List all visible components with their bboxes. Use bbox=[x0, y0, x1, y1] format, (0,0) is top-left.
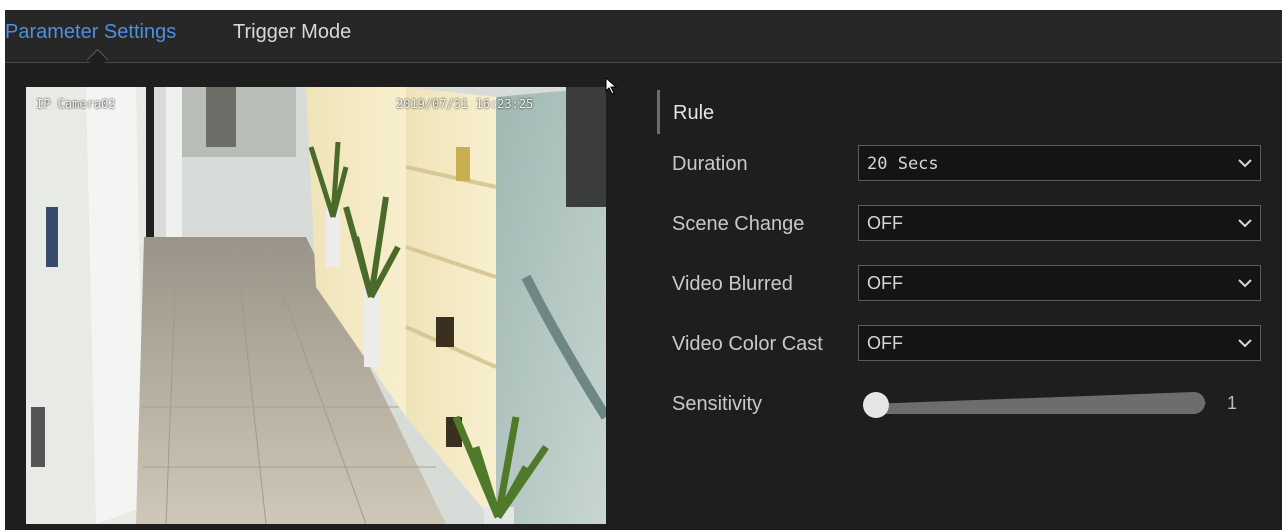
section-title: Rule bbox=[673, 102, 715, 124]
tab-trigger-mode[interactable]: Trigger Mode bbox=[233, 20, 351, 44]
duration-label: Duration bbox=[672, 153, 748, 175]
sensitivity-label: Sensitivity bbox=[672, 393, 763, 415]
chevron-down-icon bbox=[1238, 219, 1252, 228]
tab-parameter-settings[interactable]: Parameter Settings bbox=[5, 20, 176, 44]
sensitivity-slider[interactable] bbox=[861, 389, 1206, 418]
sensitivity-value: 1 bbox=[1227, 393, 1238, 413]
scene-change-value: OFF bbox=[867, 213, 903, 233]
duration-select[interactable]: 20 Secs bbox=[858, 145, 1261, 181]
video-color-cast-select[interactable]: OFF bbox=[858, 325, 1261, 361]
video-blurred-label: Video Blurred bbox=[672, 273, 793, 295]
camera-name-overlay: IP Camera02 bbox=[36, 97, 116, 111]
video-color-cast-label: Video Color Cast bbox=[672, 333, 823, 355]
chevron-down-icon bbox=[1238, 279, 1252, 288]
scene-change-label: Scene Change bbox=[672, 213, 805, 235]
slider-handle[interactable] bbox=[863, 392, 889, 418]
slider-track bbox=[869, 392, 1206, 414]
video-preview[interactable]: IP Camera02 2019/07/31 16:23:25 bbox=[26, 87, 606, 524]
camera-scene bbox=[26, 87, 606, 524]
section-marker bbox=[657, 90, 660, 134]
timestamp-overlay: 2019/07/31 16:23:25 bbox=[396, 97, 534, 111]
video-color-cast-value: OFF bbox=[867, 333, 903, 353]
mouse-cursor-icon bbox=[605, 77, 618, 95]
chevron-down-icon bbox=[1238, 159, 1252, 168]
chevron-down-icon bbox=[1238, 339, 1252, 348]
video-blurred-value: OFF bbox=[867, 273, 903, 293]
tab-bar: Parameter Settings Trigger Mode bbox=[5, 10, 1282, 63]
video-blurred-select[interactable]: OFF bbox=[858, 265, 1261, 301]
motion-detection-settings-window: Parameter Settings Trigger Mode IP Camer… bbox=[5, 10, 1282, 530]
duration-value: 20 Secs bbox=[867, 154, 939, 174]
scene-change-select[interactable]: OFF bbox=[858, 205, 1261, 241]
